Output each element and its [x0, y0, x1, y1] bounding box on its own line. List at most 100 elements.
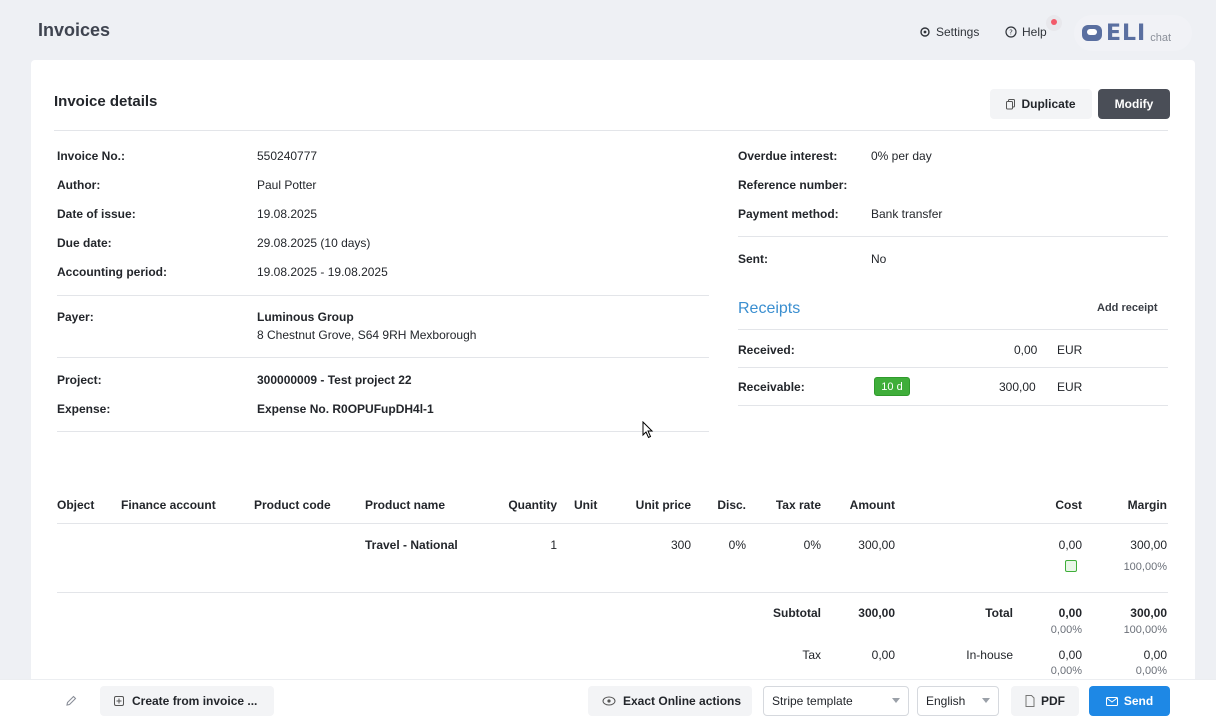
tax-label: Tax [802, 648, 821, 662]
due-date-value: 29.08.2025 (10 days) [257, 236, 371, 250]
total-margin: 300,00 [1130, 606, 1167, 620]
divider [54, 130, 1168, 131]
template-select[interactable]: Stripe template [763, 686, 909, 716]
col-tax-rate[interactable]: Tax rate [761, 498, 821, 512]
receivable-label: Receivable: [738, 380, 805, 394]
col-discount[interactable]: Disc. [706, 498, 746, 512]
col-margin[interactable]: Margin [1107, 498, 1167, 512]
subtotal-label: Subtotal [773, 606, 821, 620]
template-select-value: Stripe template [772, 694, 853, 708]
create-from-invoice-label: Create from invoice ... [132, 694, 258, 708]
received-currency: EUR [1057, 343, 1083, 357]
row-quantity: 1 [550, 538, 557, 552]
received-label: Received: [738, 343, 795, 357]
total-cost: 0,00 [1058, 606, 1082, 620]
total-margin-percent: 100,00% [1123, 624, 1167, 636]
col-finance-account[interactable]: Finance account [121, 498, 216, 512]
divider [57, 295, 709, 296]
accounting-period-value: 19.08.2025 - 19.08.2025 [257, 265, 388, 279]
col-unit[interactable]: Unit [574, 498, 597, 512]
send-button[interactable]: Send [1089, 686, 1170, 716]
author-value: Paul Potter [257, 178, 317, 192]
language-select-value: English [926, 694, 966, 708]
exact-online-actions-button[interactable]: Exact Online actions [588, 686, 752, 716]
author-label: Author: [57, 178, 101, 192]
receivable-amount: 300,00 [999, 380, 1036, 394]
row-discount: 0% [728, 538, 746, 552]
sent-label: Sent: [738, 252, 768, 266]
date-of-issue-label: Date of issue: [57, 207, 136, 221]
gear-icon [920, 27, 930, 37]
inhouse-margin: 0,00 [1143, 648, 1167, 662]
receivable-currency: EUR [1057, 380, 1083, 394]
eli-logo-text: ELI [1106, 20, 1147, 46]
inhouse-margin-percent: 0,00% [1135, 665, 1167, 677]
due-date-label: Due date: [57, 236, 112, 250]
divider [57, 357, 709, 358]
pdf-label: PDF [1041, 694, 1065, 708]
invoice-no-value: 550240777 [257, 149, 318, 163]
row-unit-price: 300 [670, 538, 691, 552]
sent-value: No [871, 252, 887, 266]
pencil-icon [66, 695, 77, 706]
payer-address: 8 Chestnut Grove, S64 9RH Mexborough [257, 328, 477, 342]
settings-label: Settings [936, 25, 980, 39]
settings-link[interactable]: Settings [919, 25, 979, 39]
cost-breakdown-icon[interactable] [1065, 560, 1077, 572]
col-amount[interactable]: Amount [835, 498, 895, 512]
exact-online-icon [602, 696, 616, 706]
pdf-button[interactable]: PDF [1011, 686, 1079, 716]
inhouse-label: In-house [966, 648, 1013, 662]
total-label: Total [985, 606, 1013, 620]
inhouse-cost-percent: 0,00% [1050, 665, 1082, 677]
date-of-issue-value: 19.08.2025 [257, 207, 318, 221]
received-amount: 0,00 [1014, 343, 1038, 357]
row-cost: 0,00 [1058, 538, 1082, 552]
receipts-heading: Receipts [738, 300, 801, 317]
row-tax-rate: 0% [803, 538, 821, 552]
tax-value: 0,00 [871, 648, 895, 662]
payment-method-value: Bank transfer [871, 207, 943, 221]
project-value[interactable]: 300000009 - Test project 22 [257, 373, 412, 387]
edit-button[interactable] [55, 686, 87, 716]
create-from-invoice-button[interactable]: Create from invoice ... [100, 686, 274, 716]
language-select[interactable]: English [917, 686, 999, 716]
page-title: Invoices [38, 20, 111, 40]
help-link[interactable]: ? Help [1005, 25, 1047, 39]
chevron-down-icon [892, 698, 900, 703]
invoice-details-card: Invoice details Duplicate Modify Invoice… [31, 60, 1195, 700]
col-object[interactable]: Object [57, 498, 94, 512]
eli-logo-icon [1082, 25, 1102, 41]
payer-name[interactable]: Luminous Group [257, 310, 354, 324]
col-quantity[interactable]: Quantity [497, 498, 557, 512]
plus-square-icon [114, 696, 124, 706]
divider [738, 329, 1168, 330]
chevron-down-icon [982, 698, 990, 703]
col-cost[interactable]: Cost [1022, 498, 1082, 512]
duplicate-button[interactable]: Duplicate [990, 89, 1092, 119]
copy-icon [1006, 98, 1016, 109]
reference-number-label: Reference number: [738, 178, 848, 192]
add-receipt-button[interactable]: Add receipt [1097, 302, 1158, 314]
mouse-cursor-icon [642, 421, 654, 439]
pdf-icon [1025, 695, 1035, 707]
row-product-name: Travel - National [365, 538, 458, 552]
overdue-interest-label: Overdue interest: [738, 149, 838, 163]
total-cost-percent: 0,00% [1050, 624, 1082, 636]
eli-chat-button[interactable]: ELI chat [1074, 15, 1192, 51]
divider [57, 431, 709, 432]
col-unit-price[interactable]: Unit price [621, 498, 691, 512]
envelope-icon [1105, 696, 1118, 706]
svg-text:?: ? [1009, 29, 1013, 37]
invoice-no-label: Invoice No.: [57, 149, 126, 163]
modify-button[interactable]: Modify [1098, 89, 1170, 119]
divider [57, 523, 1168, 524]
col-product-name[interactable]: Product name [365, 498, 445, 512]
expense-value[interactable]: Expense No. R0OPUFupDH4l-1 [257, 402, 434, 416]
row-amount: 300,00 [858, 538, 895, 552]
help-icon: ? [1005, 26, 1017, 38]
days-badge: 10 d [874, 377, 910, 396]
col-product-code[interactable]: Product code [254, 498, 331, 512]
payer-label: Payer: [57, 310, 94, 324]
duplicate-label: Duplicate [1021, 97, 1076, 111]
